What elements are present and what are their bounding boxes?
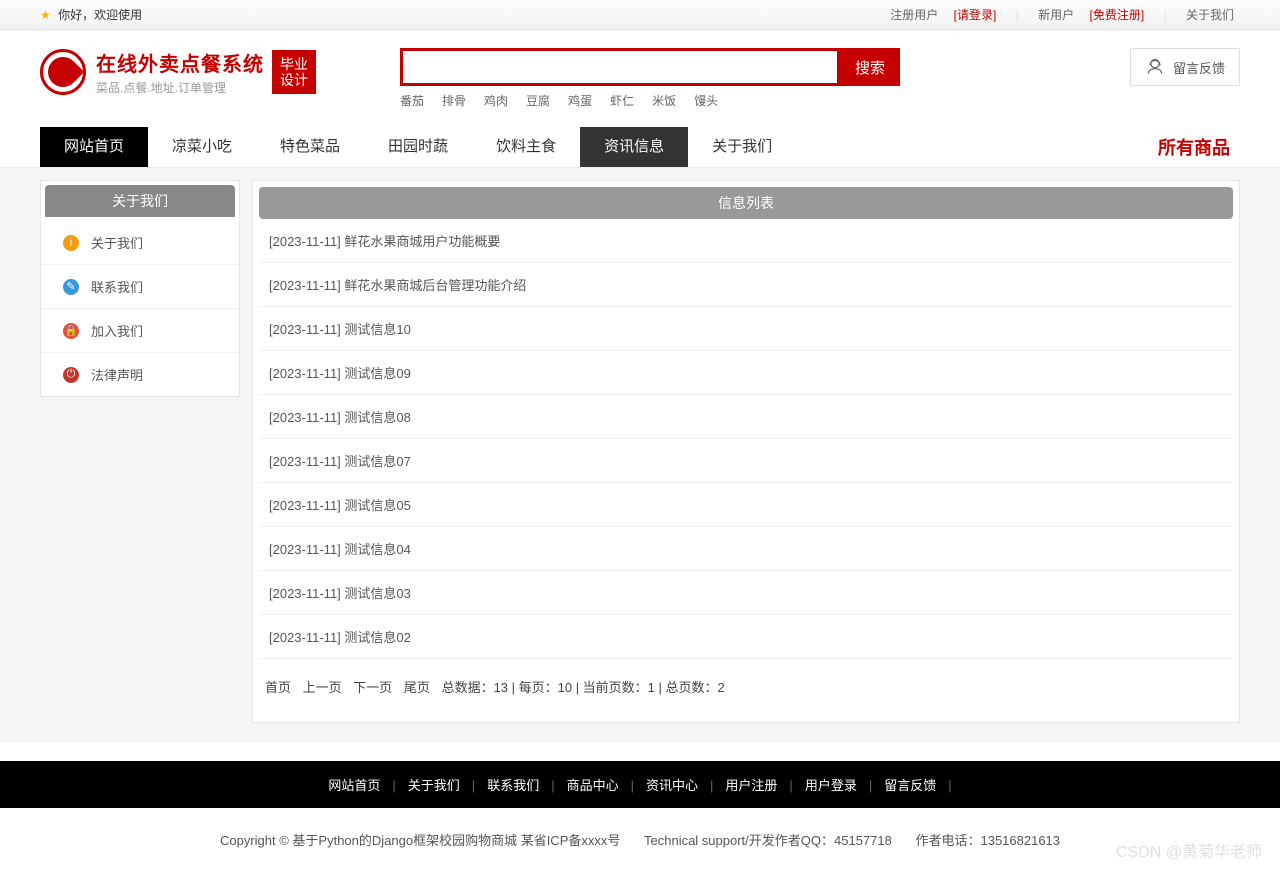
topbar: ★ 你好，欢迎使用 注册用户 [请登录] | 新用户 [免费注册] | 关于我们 — [0, 0, 1280, 30]
list-item[interactable]: [2023-11-11] 测试信息07 — [259, 439, 1233, 483]
logo-block[interactable]: 在线外卖点餐系统 菜品.点餐.地址.订单管理 毕业 设计 — [40, 48, 400, 96]
sidebar-item-2[interactable]: 🔒 加入我们 — [41, 309, 239, 353]
list-item[interactable]: [2023-11-11] 鲜花水果商城后台管理功能介绍 — [259, 263, 1233, 307]
sidebar-item-1[interactable]: ✎ 联系我们 — [41, 265, 239, 309]
hot-word[interactable]: 鸡肉 — [484, 94, 508, 108]
pager-stats: 总数据：13 | 每页：10 | 当前页数：1 | 总页数：2 — [442, 680, 725, 695]
sidebar-item-3[interactable]: ⏻ 法律声明 — [41, 353, 239, 396]
list-item[interactable]: [2023-11-11] 测试信息05 — [259, 483, 1233, 527]
hot-words: 番茄 排骨 鸡肉 豆腐 鸡蛋 虾仁 米饭 馒头 — [400, 92, 1100, 109]
footer-link[interactable]: 资讯中心 — [646, 778, 698, 793]
pager-last[interactable]: 尾页 — [404, 680, 430, 695]
main-nav: 网站首页凉菜小吃特色菜品田园时蔬饮料主食资讯信息关于我们 所有商品 — [0, 127, 1280, 168]
main-area: 关于我们 i 关于我们 ✎ 联系我们 🔒 加入我们 ⏻ 法律声明 信息列表 [2023-11-… — [0, 168, 1280, 743]
hot-word[interactable]: 米饭 — [652, 94, 676, 108]
footer-link[interactable]: 用户注册 — [725, 778, 777, 793]
reg-user-label: 注册用户 — [890, 8, 938, 22]
pager-next[interactable]: 下一页 — [353, 680, 392, 695]
pagination: 首页 上一页 下一页 尾页 总数据：13 | 每页：10 | 当前页数：1 | … — [259, 659, 1233, 702]
nav-item-5[interactable]: 资讯信息 — [580, 127, 688, 167]
login-link[interactable]: [请登录] — [954, 8, 997, 22]
logo-icon — [40, 49, 86, 95]
sidebar-item-label: 加入我们 — [91, 321, 143, 340]
footer-link[interactable]: 关于我们 — [408, 778, 460, 793]
headset-icon — [1145, 57, 1165, 77]
footer-link[interactable]: 商品中心 — [567, 778, 619, 793]
divider: | — [1164, 8, 1167, 22]
search-input[interactable] — [400, 48, 840, 86]
list-item[interactable]: [2023-11-11] 测试信息02 — [259, 615, 1233, 659]
list-item[interactable]: [2023-11-11] 测试信息04 — [259, 527, 1233, 571]
feedback-button[interactable]: 留言反馈 — [1130, 48, 1240, 86]
hot-word[interactable]: 番茄 — [400, 94, 424, 108]
list-item[interactable]: [2023-11-11] 鲜花水果商城用户功能概要 — [259, 219, 1233, 263]
header: 在线外卖点餐系统 菜品.点餐.地址.订单管理 毕业 设计 搜索 番茄 排骨 鸡肉 豆腐… — [0, 30, 1280, 117]
hot-word[interactable]: 虾仁 — [610, 94, 634, 108]
contact-icon: ✎ — [63, 279, 79, 295]
lock-icon: 🔒 — [63, 323, 79, 339]
about-link[interactable]: 关于我们 — [1186, 8, 1234, 22]
nav-item-3[interactable]: 田园时蔬 — [364, 127, 472, 167]
content-title: 信息列表 — [259, 187, 1233, 219]
pager-first[interactable]: 首页 — [265, 680, 291, 695]
nav-item-0[interactable]: 网站首页 — [40, 127, 148, 167]
footer-link[interactable]: 网站首页 — [328, 778, 380, 793]
divider: | — [1016, 8, 1019, 22]
pager-prev[interactable]: 上一页 — [303, 680, 342, 695]
nav-item-6[interactable]: 关于我们 — [688, 127, 796, 167]
footer-nav: 网站首页|关于我们|联系我们|商品中心|资讯中心|用户注册|用户登录|留言反馈| — [0, 761, 1280, 808]
list-item[interactable]: [2023-11-11] 测试信息09 — [259, 351, 1233, 395]
sidebar-item-label: 关于我们 — [91, 233, 143, 252]
welcome-text: 你好，欢迎使用 — [58, 8, 142, 22]
star-icon: ★ — [40, 8, 51, 22]
hot-word[interactable]: 排骨 — [442, 94, 466, 108]
sidebar: 关于我们 i 关于我们 ✎ 联系我们 🔒 加入我们 ⏻ 法律声明 — [40, 180, 240, 397]
nav-item-1[interactable]: 凉菜小吃 — [148, 127, 256, 167]
nav-item-2[interactable]: 特色菜品 — [256, 127, 364, 167]
sidebar-item-label: 法律声明 — [91, 365, 143, 384]
hot-word[interactable]: 馒头 — [694, 94, 718, 108]
site-title: 在线外卖点餐系统 — [96, 48, 264, 77]
power-icon: ⏻ — [63, 367, 79, 383]
footer-link[interactable]: 联系我们 — [487, 778, 539, 793]
watermark: CSDN @黄菊华老师 — [1116, 838, 1262, 862]
nav-item-4[interactable]: 饮料主食 — [472, 127, 580, 167]
footer-copyright: Copyright © 基于Python的Django框架校园购物商城 某省IC… — [0, 808, 1280, 871]
sidebar-item-0[interactable]: i 关于我们 — [41, 221, 239, 265]
search-block: 搜索 番茄 排骨 鸡肉 豆腐 鸡蛋 虾仁 米饭 馒头 — [400, 48, 1100, 109]
logo-badge: 毕业 设计 — [272, 50, 316, 94]
all-products-link[interactable]: 所有商品 — [1158, 134, 1240, 160]
list-item[interactable]: [2023-11-11] 测试信息08 — [259, 395, 1233, 439]
new-user-label: 新用户 — [1038, 8, 1074, 22]
hot-word[interactable]: 豆腐 — [526, 94, 550, 108]
free-register-link[interactable]: [免费注册] — [1090, 8, 1145, 22]
content-panel: 信息列表 [2023-11-11] 鲜花水果商城用户功能概要[2023-11-1… — [252, 180, 1240, 723]
search-button[interactable]: 搜索 — [840, 48, 900, 86]
hot-word[interactable]: 鸡蛋 — [568, 94, 592, 108]
footer-link[interactable]: 用户登录 — [805, 778, 857, 793]
site-subtitle: 菜品.点餐.地址.订单管理 — [96, 79, 264, 96]
footer-link[interactable]: 留言反馈 — [884, 778, 936, 793]
list-item[interactable]: [2023-11-11] 测试信息10 — [259, 307, 1233, 351]
sidebar-item-label: 联系我们 — [91, 277, 143, 296]
info-icon: i — [63, 235, 79, 251]
list-item[interactable]: [2023-11-11] 测试信息03 — [259, 571, 1233, 615]
sidebar-title: 关于我们 — [45, 185, 235, 217]
